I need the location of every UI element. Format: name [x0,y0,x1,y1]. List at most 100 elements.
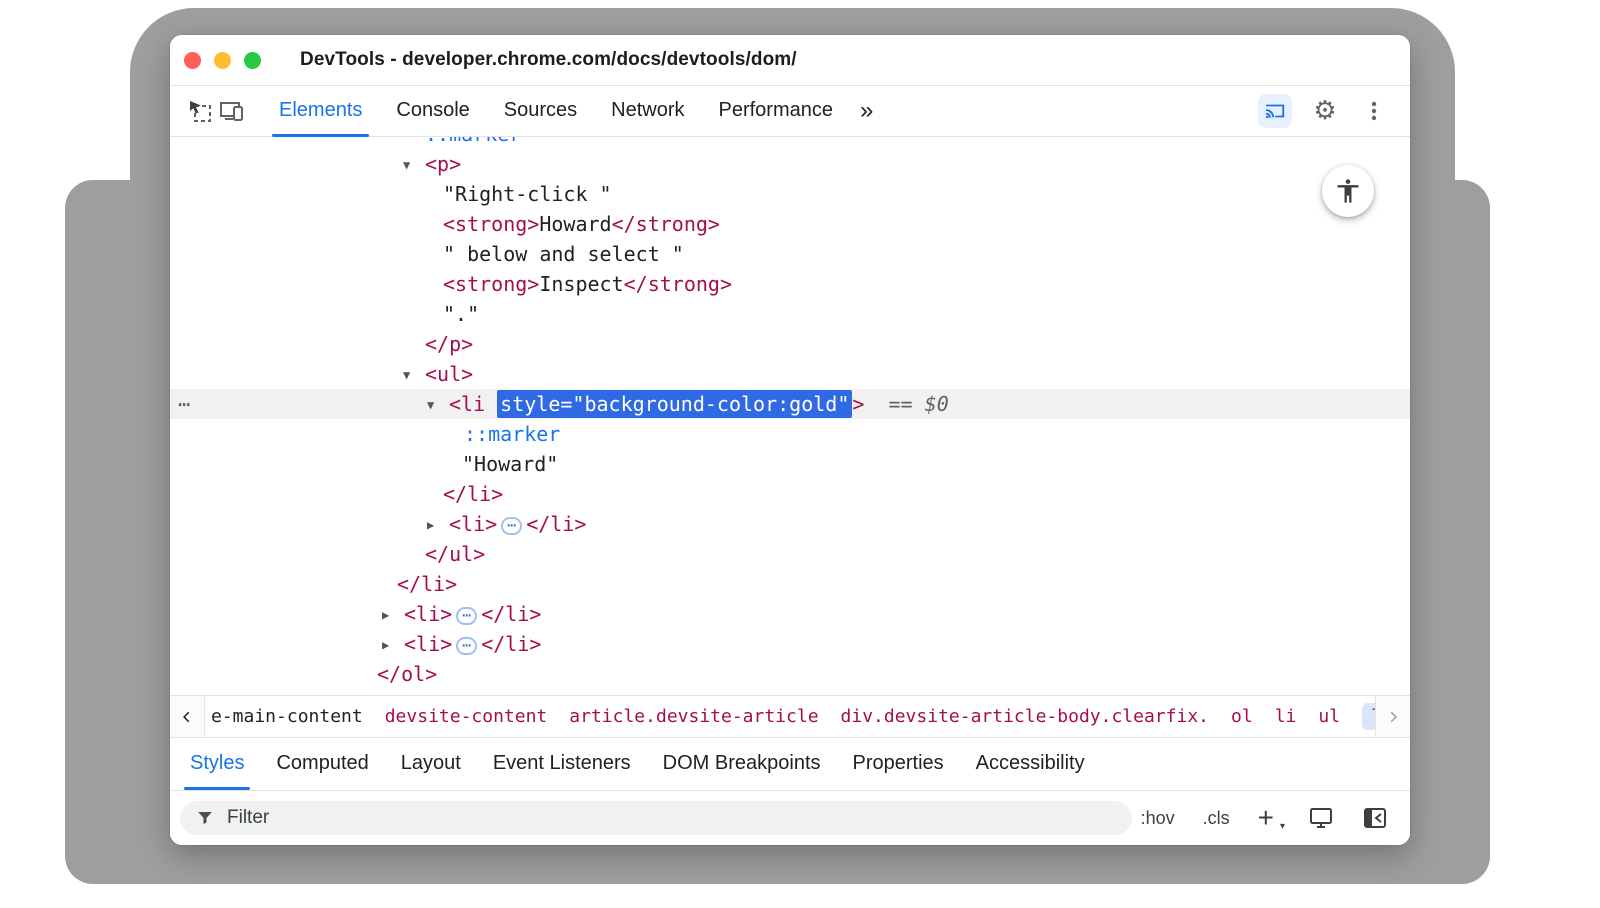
dom-tag[interactable]: <strong> [443,272,539,296]
disclosure-closed-icon[interactable]: ▶ [382,600,404,630]
breadcrumb-item-article-devsite-article[interactable]: article.devsite-article [569,706,818,727]
new-style-rule-button[interactable]: + [1258,804,1274,832]
sidebar-tab-layout[interactable]: Layout [385,738,477,790]
dom-tag[interactable]: </li> [397,572,457,596]
dom-tree-line[interactable]: </li> [170,569,1410,599]
dom-text[interactable]: "." [443,302,479,326]
sidebar-tab-styles[interactable]: Styles [174,738,260,790]
dom-tree-line[interactable]: ::marker [170,419,1410,449]
tab-performance[interactable]: Performance [702,85,851,137]
dom-tag[interactable]: </li> [481,602,541,626]
dom-tree-line[interactable]: ▶<li>⋯</li> [170,629,1410,659]
sidebar-tabs: StylesComputedLayoutEvent ListenersDOM B… [170,737,1410,790]
accessibility-button[interactable] [1322,165,1374,217]
selected-attribute[interactable]: style="background-color:gold" [497,390,852,418]
dom-tree-line[interactable]: </p> [170,329,1410,359]
dom-tree-line[interactable]: </ul> [170,539,1410,569]
pseudo-element-marker[interactable]: ::marker [425,137,521,146]
inline-expand-icon[interactable]: ⋯ [456,607,477,625]
dom-tag[interactable]: </strong> [624,272,732,296]
dom-tag[interactable]: </ol> [377,662,437,686]
dom-tree-line[interactable]: <strong>Inspect</strong> [170,269,1410,299]
breadcrumb-item-div-devsite-article-body-clearfix[interactable]: div.devsite-article-body.clearfix. [841,706,1209,727]
breadcrumb-item-e-main-content[interactable]: e-main-content [211,706,363,727]
dom-tag[interactable]: <ul> [425,362,473,386]
dom-text[interactable]: "Right-click " [443,182,612,206]
kebab-menu-icon[interactable] [1358,95,1390,127]
rendering-icon[interactable] [1308,805,1334,831]
dom-text[interactable]: Howard [539,212,611,236]
dom-text[interactable] [485,392,497,416]
sidebar-tab-properties[interactable]: Properties [837,738,960,790]
tab-network[interactable]: Network [594,85,701,137]
breadcrumb-item-ol[interactable]: ol [1231,706,1253,727]
dom-tree-line[interactable]: ⋯▼<li style="background-color:gold"> == … [170,389,1410,419]
dom-tag[interactable]: </ul> [425,542,485,566]
breadcrumb-scroll-right-button[interactable] [1375,696,1410,737]
sidebar-tab-event-listeners[interactable]: Event Listeners [477,738,647,790]
breadcrumb-scroll-left-button[interactable] [170,696,205,737]
dom-tree-line[interactable]: </li> [170,479,1410,509]
dom-text[interactable] [913,392,925,416]
disclosure-open-icon[interactable]: ▼ [403,150,425,180]
tab-elements[interactable]: Elements [262,85,379,137]
inline-expand-icon[interactable]: ⋯ [456,637,477,655]
inline-expand-icon[interactable]: ⋯ [501,517,522,535]
dom-tag[interactable]: </li> [526,512,586,536]
screencast-icon[interactable] [1258,94,1292,128]
dom-tree-line[interactable]: ▼<p> [170,149,1410,179]
tab-sources[interactable]: Sources [487,85,594,137]
dom-tag[interactable]: <strong> [443,212,539,236]
breadcrumb-item-devsite-content[interactable]: devsite-content [385,706,548,727]
toggle-sidebar-icon[interactable] [1362,805,1388,831]
more-actions-icon[interactable]: ⋯ [178,389,191,419]
dom-text[interactable] [864,392,888,416]
sidebar-tab-dom-breakpoints[interactable]: DOM Breakpoints [647,738,837,790]
device-toolbar-icon[interactable] [216,95,248,127]
more-panels-button[interactable]: » [850,86,883,136]
dom-tag[interactable]: <li> [404,632,452,656]
dom-tag[interactable]: <p> [425,152,461,176]
toggle-element-state-button[interactable]: :hov [1141,808,1175,829]
disclosure-open-icon[interactable]: ▼ [403,360,425,390]
filter-input[interactable]: Filter [180,801,1132,835]
dom-tag[interactable]: <li> [449,512,497,536]
dom-tag[interactable]: > [852,392,864,416]
disclosure-closed-icon[interactable]: ▶ [427,510,449,540]
dom-tree-line[interactable]: ::marker [170,137,1410,149]
disclosure-closed-icon[interactable]: ▶ [382,630,404,660]
dom-text[interactable]: "Howard" [462,452,558,476]
sidebar-tab-computed[interactable]: Computed [260,738,384,790]
element-classes-button[interactable]: .cls [1203,808,1230,829]
dom-text[interactable]: Inspect [539,272,623,296]
dom-tree-line[interactable]: "Howard" [170,449,1410,479]
dom-text[interactable]: " below and select " [443,242,684,266]
inspect-element-icon[interactable] [184,95,216,127]
zoom-window-button[interactable] [244,52,261,69]
disclosure-open-icon[interactable]: ▼ [427,390,449,420]
dom-tree-line[interactable]: "." [170,299,1410,329]
sidebar-tab-accessibility[interactable]: Accessibility [960,738,1101,790]
dom-tree-line[interactable]: ▶<li>⋯</li> [170,509,1410,539]
dom-tree-line[interactable]: <strong>Howard</strong> [170,209,1410,239]
dom-tree-line[interactable]: " below and select " [170,239,1410,269]
dom-tag[interactable]: <li> [404,602,452,626]
dom-tree-line[interactable]: "Right-click " [170,179,1410,209]
dom-tree-line[interactable]: ▶<li>⋯</li> [170,599,1410,629]
tab-console[interactable]: Console [379,85,486,137]
close-window-button[interactable] [184,52,201,69]
dom-tree-line[interactable]: ▼<ul> [170,359,1410,389]
window-title: DevTools - developer.chrome.com/docs/dev… [300,49,797,71]
breadcrumb-item-ul[interactable]: ul [1318,706,1340,727]
dom-tag[interactable]: </strong> [612,212,720,236]
dom-tag[interactable]: </li> [481,632,541,656]
dom-tag[interactable]: </li> [443,482,503,506]
settings-gear-icon[interactable]: ⚙ [1309,95,1341,127]
dom-tag[interactable]: <li [449,392,485,416]
dom-tree-line[interactable]: </ol> [170,659,1410,689]
breadcrumb-item-li[interactable]: li [1362,703,1375,730]
pseudo-element-marker[interactable]: ::marker [464,422,560,446]
breadcrumb-item-li[interactable]: li [1275,706,1297,727]
dom-tag[interactable]: </p> [425,332,473,356]
minimize-window-button[interactable] [214,52,231,69]
